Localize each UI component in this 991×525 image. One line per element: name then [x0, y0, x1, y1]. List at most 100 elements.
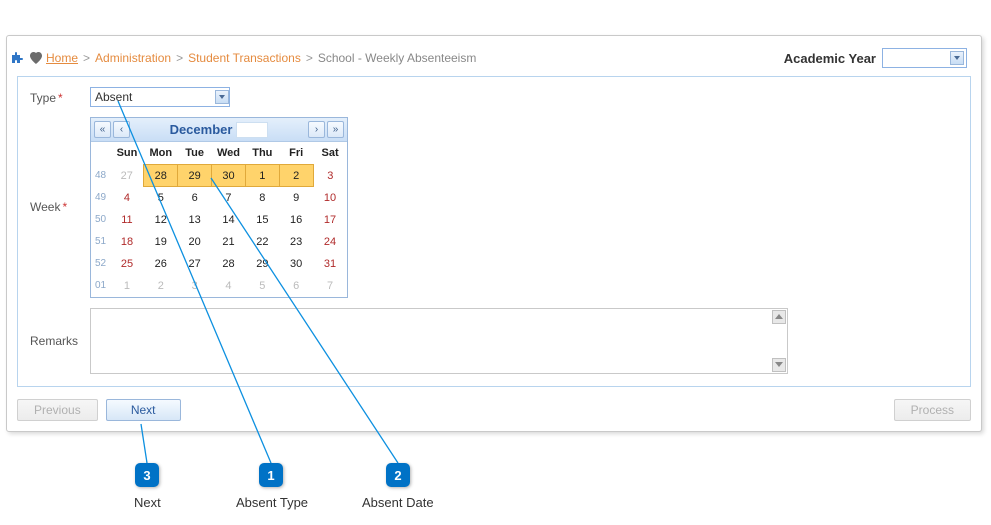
calendar-week-number: 49 — [91, 187, 110, 209]
calendar-day-cell[interactable]: 1 — [110, 275, 144, 297]
calendar-day-cell[interactable]: 3 — [313, 165, 347, 187]
breadcrumb-student-transactions[interactable]: Student Transactions — [188, 51, 301, 65]
calendar-day-header: Wed — [212, 142, 246, 165]
calendar-day-header: Thu — [245, 142, 279, 165]
calendar-day-cell[interactable]: 30 — [279, 253, 313, 275]
next-button[interactable]: Next — [106, 399, 181, 421]
calendar-day-cell[interactable]: 19 — [144, 231, 178, 253]
type-label-text: Type — [30, 91, 56, 105]
academic-year-label: Academic Year — [784, 51, 876, 66]
calendar-day-cell[interactable]: 28 — [144, 165, 178, 187]
academic-year-select[interactable] — [882, 48, 967, 68]
heart-icon[interactable] — [28, 50, 44, 66]
calendar-week-number: 48 — [91, 165, 110, 187]
calendar-day-header: Mon — [144, 142, 178, 165]
chevron-down-icon — [950, 51, 964, 65]
calendar-day-cell[interactable]: 7 — [212, 187, 246, 209]
type-select[interactable]: Absent — [90, 87, 230, 107]
breadcrumb-sep: > — [306, 51, 313, 65]
calendar-day-header: Tue — [178, 142, 212, 165]
remarks-label: Remarks — [30, 334, 90, 348]
calendar-day-cell[interactable]: 15 — [245, 209, 279, 231]
calendar-day-cell[interactable]: 24 — [313, 231, 347, 253]
calendar-day-cell[interactable]: 11 — [110, 209, 144, 231]
calendar-day-cell[interactable]: 10 — [313, 187, 347, 209]
calendar-day-cell[interactable]: 16 — [279, 209, 313, 231]
calendar-day-cell[interactable]: 4 — [212, 275, 246, 297]
type-select-value: Absent — [95, 90, 132, 104]
calendar-day-header: Fri — [279, 142, 313, 165]
required-asterisk: * — [62, 200, 67, 214]
calendar: « ‹ December › » SunMonTueWedThuFriSat 4… — [90, 117, 348, 298]
chevron-down-icon — [215, 90, 229, 104]
type-row: Type* Absent — [30, 87, 958, 107]
process-button[interactable]: Process — [894, 399, 971, 421]
calendar-day-cell[interactable]: 7 — [313, 275, 347, 297]
calendar-day-cell[interactable]: 12 — [144, 209, 178, 231]
form-panel: Type* Absent Week* « ‹ December — [17, 76, 971, 387]
calendar-day-cell[interactable]: 2 — [279, 165, 313, 187]
calendar-next-year-button[interactable]: » — [327, 121, 344, 138]
calendar-week-number: 51 — [91, 231, 110, 253]
calendar-day-cell[interactable]: 27 — [110, 165, 144, 187]
calendar-prev-month-button[interactable]: ‹ — [113, 121, 130, 138]
breadcrumb-administration[interactable]: Administration — [95, 51, 171, 65]
scroll-down-icon[interactable] — [772, 358, 786, 372]
calendar-day-cell[interactable]: 29 — [178, 165, 212, 187]
calendar-day-cell[interactable]: 25 — [110, 253, 144, 275]
calendar-day-header: Sun — [110, 142, 144, 165]
annotation-bubble-1: 1 — [259, 463, 283, 487]
main-panel: Type* Absent Week* « ‹ December — [6, 35, 982, 432]
annotation-bubble-2: 2 — [386, 463, 410, 487]
annotation-label-3: Next — [134, 495, 161, 510]
type-label: Type* — [30, 87, 90, 105]
academic-year-wrap: Academic Year — [784, 48, 967, 68]
calendar-header: « ‹ December › » — [91, 118, 347, 142]
puzzle-icon[interactable] — [10, 50, 26, 66]
calendar-prev-year-button[interactable]: « — [94, 121, 111, 138]
calendar-day-cell[interactable]: 17 — [313, 209, 347, 231]
calendar-day-cell[interactable]: 30 — [212, 165, 246, 187]
calendar-day-cell[interactable]: 2 — [144, 275, 178, 297]
calendar-day-cell[interactable]: 18 — [110, 231, 144, 253]
calendar-day-cell[interactable]: 31 — [313, 253, 347, 275]
calendar-day-cell[interactable]: 13 — [178, 209, 212, 231]
annotation-label-2: Absent Date — [362, 495, 434, 510]
calendar-day-cell[interactable]: 23 — [279, 231, 313, 253]
calendar-day-cell[interactable]: 22 — [245, 231, 279, 253]
calendar-day-cell[interactable]: 6 — [279, 275, 313, 297]
remarks-textarea[interactable] — [90, 308, 788, 374]
calendar-day-cell[interactable]: 3 — [178, 275, 212, 297]
button-bar: Previous Next Process — [17, 399, 971, 421]
calendar-day-cell[interactable]: 6 — [178, 187, 212, 209]
previous-button[interactable]: Previous — [17, 399, 98, 421]
calendar-title: December — [170, 122, 269, 138]
required-asterisk: * — [58, 91, 63, 105]
calendar-day-cell[interactable]: 14 — [212, 209, 246, 231]
annotation-bubble-3: 3 — [135, 463, 159, 487]
calendar-day-cell[interactable]: 5 — [144, 187, 178, 209]
calendar-week-number: 50 — [91, 209, 110, 231]
breadcrumb-home[interactable]: Home — [46, 51, 78, 65]
calendar-day-cell[interactable]: 8 — [245, 187, 279, 209]
calendar-day-cell[interactable]: 26 — [144, 253, 178, 275]
calendar-day-cell[interactable]: 27 — [178, 253, 212, 275]
calendar-day-cell[interactable]: 1 — [245, 165, 279, 187]
calendar-week-number: 01 — [91, 275, 110, 297]
calendar-year-input[interactable] — [236, 122, 268, 138]
calendar-day-cell[interactable]: 20 — [178, 231, 212, 253]
calendar-week-number: 52 — [91, 253, 110, 275]
calendar-day-cell[interactable]: 9 — [279, 187, 313, 209]
calendar-day-cell[interactable]: 4 — [110, 187, 144, 209]
annotation-label-1: Absent Type — [236, 495, 308, 510]
calendar-day-cell[interactable]: 21 — [212, 231, 246, 253]
calendar-day-cell[interactable]: 5 — [245, 275, 279, 297]
breadcrumb-current: School - Weekly Absenteeism — [318, 51, 477, 65]
calendar-next-month-button[interactable]: › — [308, 121, 325, 138]
scroll-up-icon[interactable] — [772, 310, 786, 324]
calendar-day-cell[interactable]: 28 — [212, 253, 246, 275]
breadcrumb-sep: > — [176, 51, 183, 65]
calendar-day-cell[interactable]: 29 — [245, 253, 279, 275]
calendar-day-header: Sat — [313, 142, 347, 165]
week-label: Week* — [30, 200, 90, 214]
